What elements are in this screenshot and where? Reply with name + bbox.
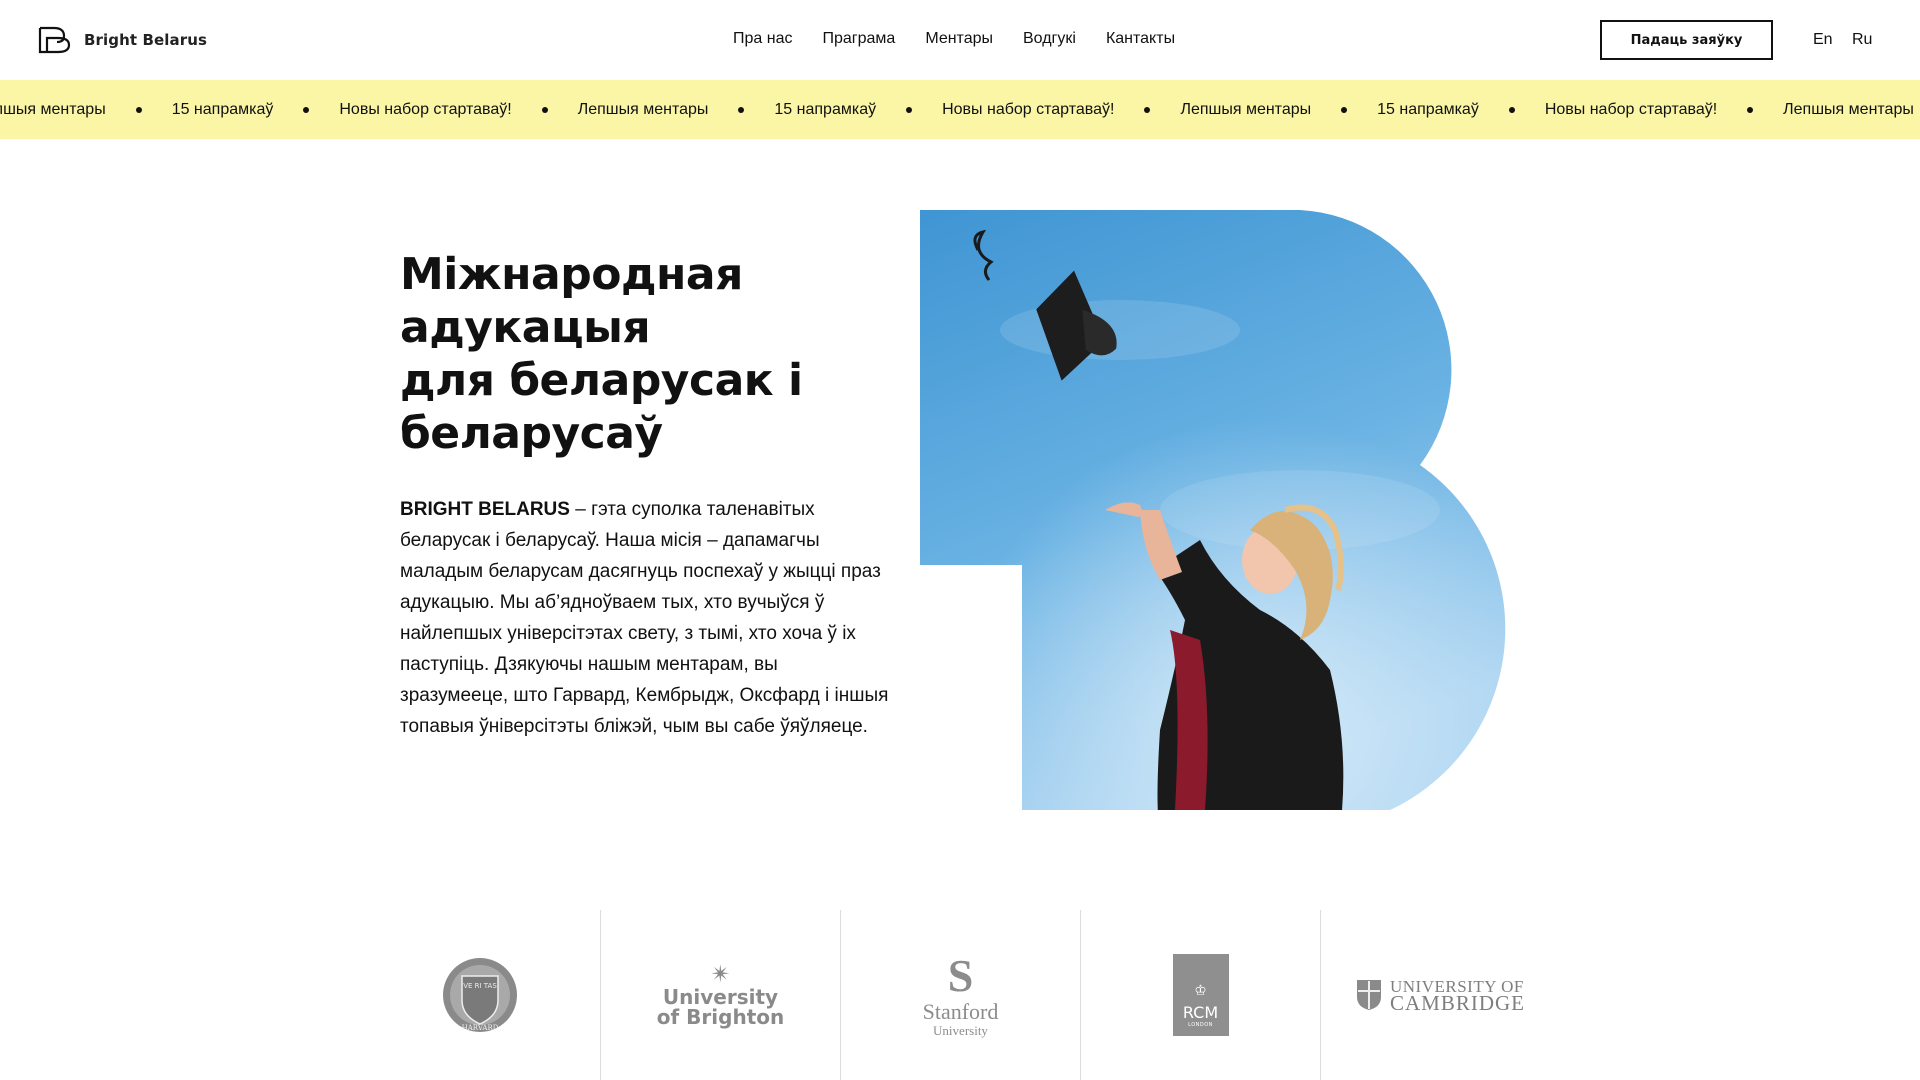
lang-en-link[interactable]: En	[1813, 31, 1833, 49]
bullet-icon	[738, 106, 745, 113]
bullet-icon	[906, 106, 913, 113]
bullet-icon	[135, 106, 142, 113]
crown-icon: ♔	[1194, 983, 1207, 999]
ticker-item: Лепшыя ментары	[0, 100, 106, 118]
rcm-sub: LONDON	[1188, 1022, 1213, 1028]
university-logos: VE RI TAS HARVARD ✴ University of Bright…	[360, 910, 1560, 1080]
bright-belarus-logo-icon	[38, 26, 71, 54]
hero-graduate-image	[920, 210, 1506, 810]
hero-title-line: Міжнародная	[400, 249, 743, 300]
apply-button[interactable]: Падаць заяўку	[1600, 20, 1773, 60]
harvard-motto: VE RI TAS	[463, 982, 497, 990]
compass-star-icon: ✴	[710, 959, 731, 988]
nav-item-reviews[interactable]: Водгукі	[1023, 30, 1076, 48]
ticker-item: Новы набор стартаваў!	[942, 100, 1115, 118]
ticker-item: 15 напрамкаў	[171, 100, 274, 118]
stanford-logo: S Stanford University	[840, 910, 1080, 1080]
hero-title: Міжнародная адукацыя для беларусак і бел…	[400, 248, 860, 460]
bullet-icon	[303, 106, 310, 113]
harvard-logo: VE RI TAS HARVARD	[360, 910, 600, 1080]
harvard-crest-icon: VE RI TAS HARVARD	[443, 958, 517, 1032]
bullet-icon	[541, 106, 548, 113]
cambridge-shield-icon	[1356, 980, 1381, 1010]
ticker-item: Лепшыя ментары	[1783, 100, 1914, 118]
brand-name: BRIGHT BELARUS	[400, 499, 570, 520]
bullet-icon	[1747, 106, 1754, 113]
hero-title-line: для беларусак і	[400, 355, 803, 406]
site-header: Bright Belarus Пра нас Праграма Ментары …	[0, 0, 1920, 80]
hero-title-line: беларусаў	[400, 408, 663, 459]
stanford-name: Stanford	[922, 999, 999, 1024]
nav-item-program[interactable]: Праграма	[822, 30, 895, 48]
bullet-icon	[1144, 106, 1151, 113]
site-logo[interactable]: Bright Belarus	[38, 25, 207, 55]
ticker-item: Лепшыя ментары	[577, 100, 709, 118]
nav-item-mentors[interactable]: Ментары	[925, 30, 993, 48]
brighton-logo: ✴ University of Brighton	[600, 910, 840, 1080]
ticker-item: 15 напрамкаў	[1377, 100, 1479, 118]
bullet-icon	[1508, 106, 1515, 113]
rcm-name: RCM	[1182, 1003, 1219, 1022]
bullet-icon	[1341, 106, 1348, 113]
ticker-item: 15 напрамкаў	[774, 100, 877, 118]
ticker-item: Лепшыя ментары	[1180, 100, 1312, 118]
main-nav: Пра нас Праграма Ментары Водгукі Кантакт…	[733, 30, 1175, 48]
harvard-name: HARVARD	[462, 1024, 499, 1032]
announcement-ticker: Лепшыя ментары 15 напрамкаў Новы набор с…	[0, 80, 1920, 139]
ticker-item: Новы набор стартаваў!	[339, 100, 512, 118]
cambridge-line-2: CAMBRIDGE	[1389, 991, 1525, 1015]
cambridge-logo: UNIVERSITY OF CAMBRIDGE	[1320, 910, 1560, 1080]
ticker-track: Лепшыя ментары 15 напрамкаў Новы набор с…	[0, 80, 1914, 139]
hero-description-text: – гэта суполка таленавітых беларусак і б…	[400, 499, 889, 737]
lang-ru-link[interactable]: Ru	[1852, 31, 1872, 49]
nav-item-contacts[interactable]: Кантакты	[1106, 30, 1175, 48]
logo-text: Bright Belarus	[84, 31, 208, 49]
hero-title-line: адукацыя	[400, 302, 651, 353]
hero-description: BRIGHT BELARUS – гэта суполка таленавіты…	[400, 494, 890, 742]
ticker-item: Новы набор стартаваў!	[1544, 100, 1718, 118]
stanford-s-icon: S	[947, 950, 974, 1001]
brighton-line-2: of Brighton	[656, 1004, 785, 1029]
stanford-sub: University	[933, 1023, 988, 1038]
nav-item-about[interactable]: Пра нас	[733, 30, 792, 48]
rcm-logo: ♔ RCM LONDON	[1080, 910, 1320, 1080]
